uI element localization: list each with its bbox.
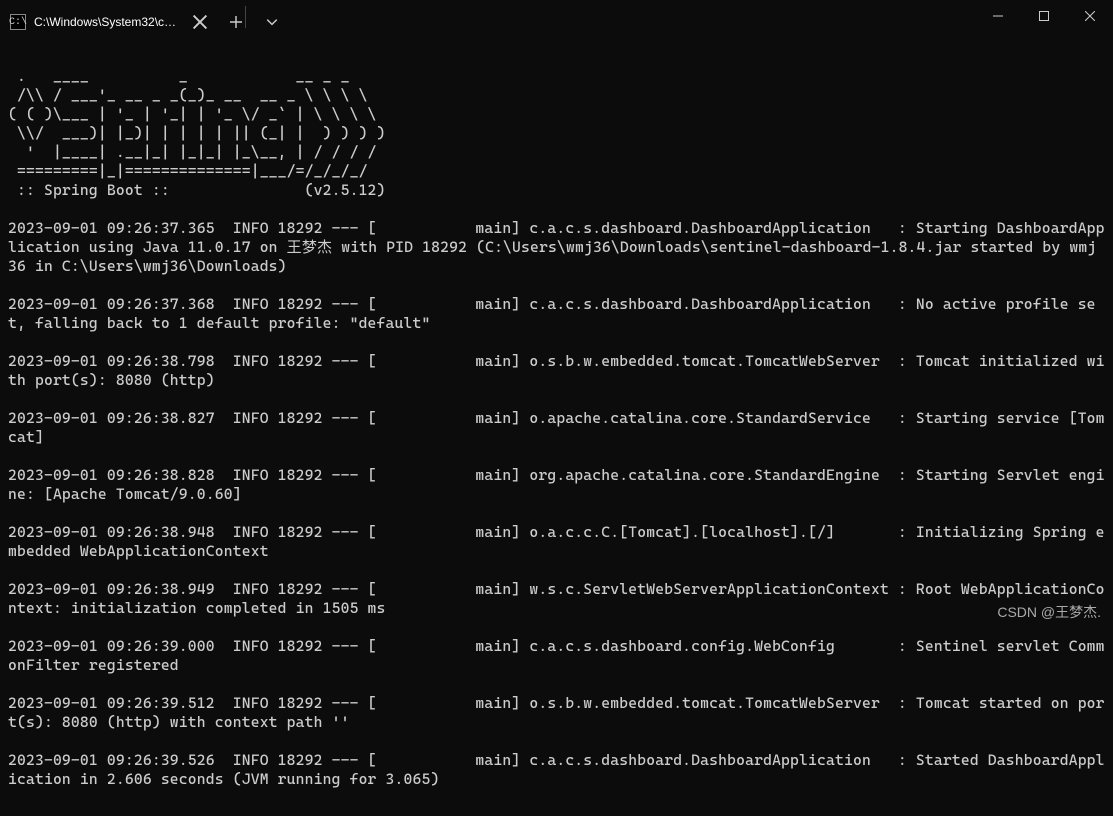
chevron-down-icon — [266, 16, 278, 28]
window-controls — [975, 0, 1113, 32]
tab-area: C:\ C:\Windows\System32\cmd.e — [0, 0, 290, 40]
new-tab-button[interactable] — [218, 4, 254, 40]
log-line: 2023-09-01 09:26:39.526 INFO 18292 --- [… — [8, 751, 1105, 789]
log-line: 2023-09-01 09:26:39.000 INFO 18292 --- [… — [8, 637, 1105, 675]
log-line: 2023-09-01 09:26:38.828 INFO 18292 --- [… — [8, 466, 1105, 504]
log-line: 2023-09-01 09:26:38.949 INFO 18292 --- [… — [8, 580, 1105, 618]
cmd-icon: C:\ — [10, 14, 26, 30]
log-line: 2023-09-01 09:26:37.365 INFO 18292 --- [… — [8, 219, 1105, 276]
minimize-button[interactable] — [975, 0, 1021, 32]
ascii-banner: . ____ _ __ _ _ /\\ / ___'_ __ _ _(_)_ _… — [8, 67, 386, 199]
log-line: 2023-09-01 09:26:38.948 INFO 18292 --- [… — [8, 523, 1105, 561]
titlebar: C:\ C:\Windows\System32\cmd.e — [0, 0, 1113, 40]
tab-dropdown-button[interactable] — [254, 4, 290, 40]
tab-close-button[interactable] — [192, 14, 208, 30]
close-icon — [192, 14, 208, 30]
watermark: CSDN @王梦杰. — [997, 602, 1101, 622]
minimize-icon — [993, 11, 1003, 21]
maximize-button[interactable] — [1021, 0, 1067, 32]
close-button[interactable] — [1067, 0, 1113, 32]
tab-title: C:\Windows\System32\cmd.e — [34, 15, 184, 29]
log-line: 2023-09-01 09:26:37.368 INFO 18292 --- [… — [8, 295, 1105, 333]
tab-cmd[interactable]: C:\ C:\Windows\System32\cmd.e — [0, 4, 218, 40]
tab-divider — [245, 6, 246, 28]
close-icon — [1085, 11, 1095, 21]
terminal-output[interactable]: . ____ _ __ _ _ /\\ / ___'_ __ _ _(_)_ _… — [0, 40, 1113, 816]
plus-icon — [230, 16, 242, 28]
log-line: 2023-09-01 09:26:39.512 INFO 18292 --- [… — [8, 694, 1105, 732]
maximize-icon — [1039, 11, 1049, 21]
log-line: 2023-09-01 09:26:38.827 INFO 18292 --- [… — [8, 409, 1105, 447]
log-line: 2023-09-01 09:26:38.798 INFO 18292 --- [… — [8, 352, 1105, 390]
